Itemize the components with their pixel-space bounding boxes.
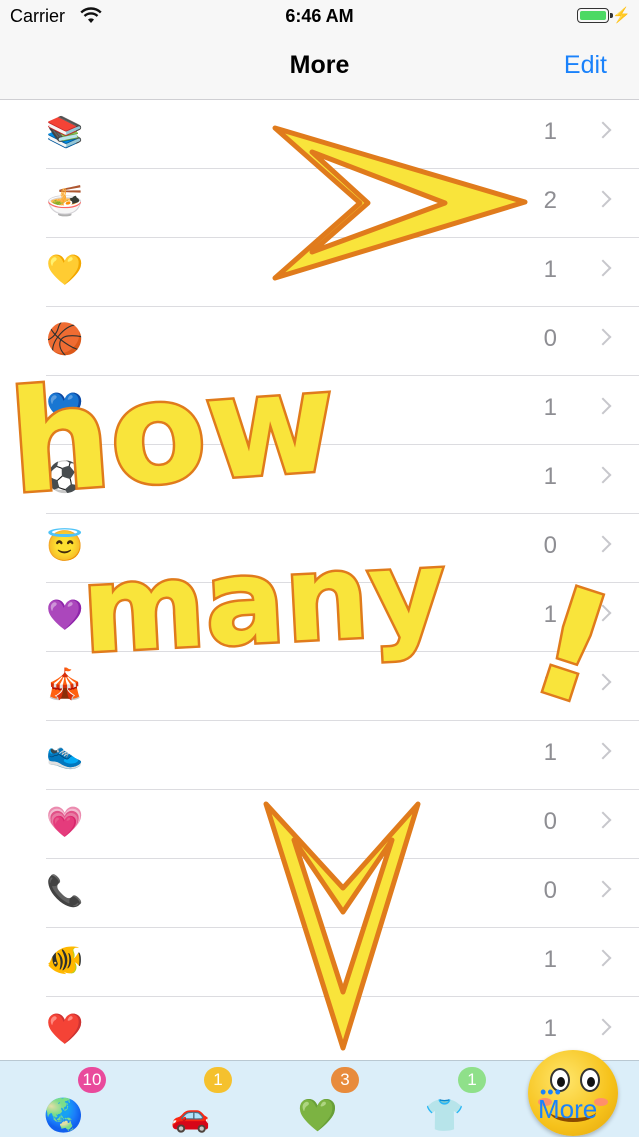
circus-tent-icon: 🎪 [46, 668, 84, 701]
sneaker-icon: 👟 [46, 737, 84, 770]
list-item[interactable]: 🏀 0 [46, 307, 639, 376]
badge-green-heart: 3 [331, 1067, 359, 1093]
blue-heart-icon: 💙 [46, 392, 84, 425]
list-item[interactable]: 📞 0 [46, 859, 639, 928]
chevron-right-icon [594, 121, 612, 139]
chevron-right-icon [594, 880, 612, 898]
charging-bolt-icon: ⚡ [612, 7, 631, 24]
badge-globe: 10 [78, 1067, 106, 1093]
status-bar: Carrier 6:46 AM ⚡ [0, 0, 639, 34]
item-count: 1 [543, 1015, 557, 1042]
battery-icon [577, 8, 613, 23]
tab-more-label[interactable]: More [538, 1094, 597, 1125]
face-eye-right [580, 1068, 600, 1092]
halo-face-icon: 😇 [46, 530, 84, 563]
badge-shirt: 1 [458, 1067, 486, 1093]
item-count: 1 [543, 739, 557, 766]
chevron-right-icon [594, 1018, 612, 1036]
item-count: 1 [543, 463, 557, 490]
green-heart-icon: 💚 [297, 1097, 338, 1133]
chevron-right-icon [594, 742, 612, 760]
chevron-right-icon [594, 397, 612, 415]
list-item[interactable]: 🐠 1 [46, 928, 639, 997]
item-count: 0 [543, 325, 557, 352]
noodles-icon: 🍜 [46, 185, 84, 218]
fish-icon: 🐠 [46, 944, 84, 977]
item-count: 1 [543, 256, 557, 283]
item-count: 1 [543, 118, 557, 145]
purple-heart-icon: 💜 [46, 599, 84, 632]
tab-globe[interactable]: 10 🌏 [0, 1061, 127, 1137]
item-count: 0 [543, 808, 557, 835]
chevron-right-icon [594, 328, 612, 346]
tab-car[interactable]: 1 🚗 [127, 1061, 254, 1137]
globe-icon: 🌏 [43, 1097, 84, 1133]
list-item[interactable]: 👟 1 [46, 721, 639, 790]
chevron-right-icon [594, 673, 612, 691]
tab-green-heart[interactable]: 3 💚 [254, 1061, 381, 1137]
shirt-icon: 👕 [424, 1097, 465, 1133]
phone-icon: 📞 [46, 875, 84, 908]
chevron-right-icon [594, 604, 612, 622]
chevron-right-icon [594, 466, 612, 484]
pink-heart-icon: 💗 [46, 806, 84, 839]
list-item[interactable]: 💜 1 [46, 583, 639, 652]
list-item[interactable]: 🍜 2 [46, 169, 639, 238]
list-item[interactable]: 💗 0 [46, 790, 639, 859]
clock: 6:46 AM [285, 6, 354, 26]
tab-shirt[interactable]: 1 👕 [381, 1061, 508, 1137]
list-item[interactable]: ⚽ 1 [46, 445, 639, 514]
navigation-bar: More Edit [0, 34, 639, 100]
list-item[interactable]: ❤️ 1 [46, 997, 639, 1060]
chevron-right-icon [594, 949, 612, 967]
item-count: 1 [543, 946, 557, 973]
chevron-right-icon [594, 259, 612, 277]
item-count: 0 [543, 532, 557, 559]
books-icon: 📚 [46, 116, 84, 149]
soccer-icon: ⚽ [46, 461, 84, 494]
more-list: 📚 1 🍜 2 💛 1 🏀 0 💙 1 ⚽ 1 😇 0 💜 1 🎪 2 👟 1 💗 0 📞 0 🐠 1 ❤… [0, 100, 639, 1060]
car-icon: 🚗 [170, 1097, 211, 1133]
item-count: 0 [543, 877, 557, 904]
chevron-right-icon [594, 535, 612, 553]
list-item[interactable]: 💛 1 [46, 238, 639, 307]
badge-car: 1 [204, 1067, 232, 1093]
item-count: 1 [543, 601, 557, 628]
yellow-heart-icon: 💛 [46, 254, 84, 287]
list-item[interactable]: 💙 1 [46, 376, 639, 445]
red-heart-icon: ❤️ [46, 1013, 84, 1046]
list-item[interactable]: 📚 1 [46, 100, 639, 169]
item-count: 2 [543, 670, 557, 697]
list-item[interactable]: 😇 0 [46, 514, 639, 583]
item-count: 2 [543, 187, 557, 214]
edit-button[interactable]: Edit [564, 51, 607, 80]
chevron-right-icon [594, 190, 612, 208]
item-count: 1 [543, 394, 557, 421]
page-title: More [289, 51, 350, 79]
basketball-icon: 🏀 [46, 323, 84, 356]
chevron-right-icon [594, 811, 612, 829]
list-item[interactable]: 🎪 2 [46, 652, 639, 721]
